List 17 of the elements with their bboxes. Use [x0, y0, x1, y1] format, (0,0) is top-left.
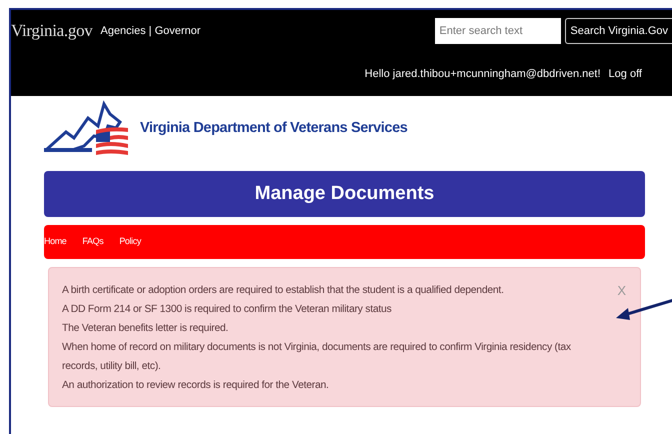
- greeting-text: Hello jared.thibou+mcunningham@dbdriven.net!: [364, 66, 601, 82]
- log-off-link[interactable]: Log off: [608, 66, 642, 82]
- nav-link[interactable]: Policy: [119, 235, 141, 249]
- alert-message: The Veteran benefits letter is required.: [62, 322, 230, 336]
- site-logo[interactable]: Virginia.gov: [11, 18, 92, 44]
- page-title: Manage Documents: [254, 182, 434, 206]
- search-button[interactable]: Search Virginia.Gov: [565, 18, 672, 44]
- nav-link[interactable]: FAQs: [82, 235, 104, 249]
- header-links[interactable]: Agencies | Governor: [100, 22, 201, 40]
- agency-name: Virginia Department of Veterans Services: [140, 119, 408, 138]
- alert-message: An authorization to review records is required for the Veteran.: [62, 379, 330, 393]
- alert-message: A DD Form 214 or SF 1300 is required to confirm the Veteran military status: [62, 303, 392, 317]
- alert-message: When home of record on military documents is not Virginia, documents are required to confirm Virginia residency (tax records, utility bill, etc).: [62, 341, 572, 374]
- search-field[interactable]: Enter search text: [435, 18, 562, 44]
- alert-message: A birth certificate or adoption orders are required to establish that the student is a qualified dependent.: [62, 284, 505, 298]
- nav-link[interactable]: Home: [44, 235, 66, 249]
- annotation-arrow: [614, 296, 672, 322]
